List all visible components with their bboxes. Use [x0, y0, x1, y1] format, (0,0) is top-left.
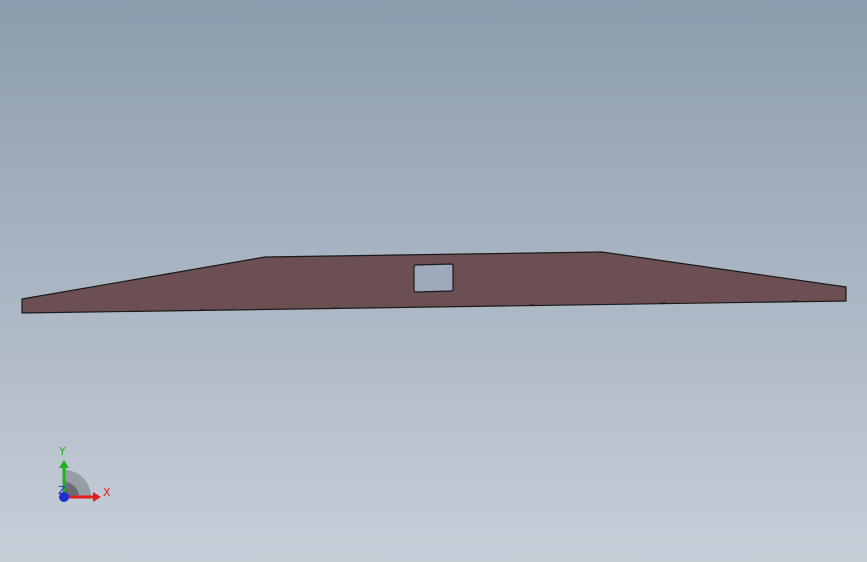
3d-viewport[interactable]: Y X Z: [0, 0, 867, 562]
x-axis-arrow-icon: [93, 492, 101, 502]
x-axis-label: X: [103, 486, 111, 499]
axis-triad: Y X Z: [58, 445, 111, 502]
y-axis-arrow-icon: [59, 460, 69, 468]
slot-cutout[interactable]: [413, 263, 454, 293]
model-scene[interactable]: Y X Z: [0, 0, 867, 562]
y-axis-label: Y: [58, 445, 66, 458]
z-axis-label: Z: [58, 484, 66, 497]
